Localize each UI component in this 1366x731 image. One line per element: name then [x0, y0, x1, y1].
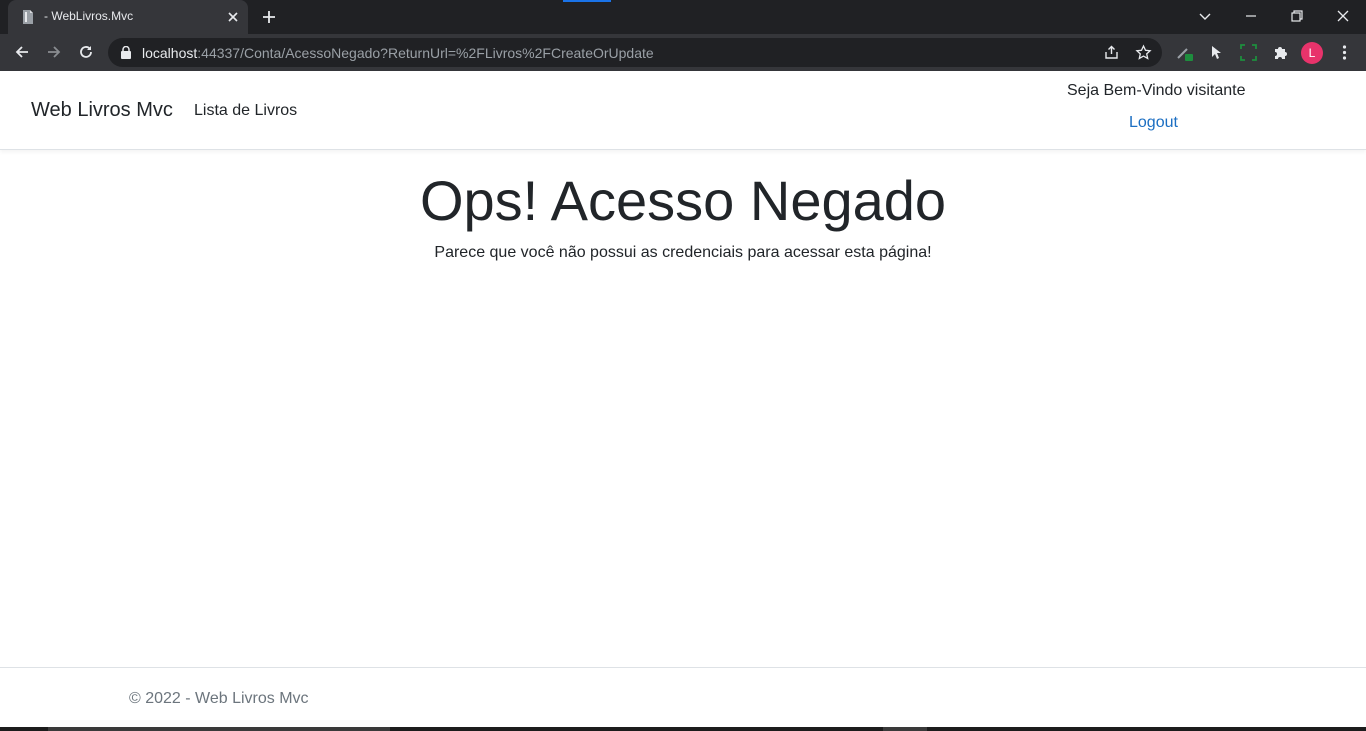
document-icon	[23, 10, 33, 24]
address-bar[interactable]: localhost:44337/Conta/AcessoNegado?Retur…	[108, 38, 1162, 67]
taskbar-segment	[883, 727, 927, 731]
taskbar-segment	[48, 727, 390, 731]
logout-link[interactable]: Logout	[1129, 114, 1178, 132]
lock-icon[interactable]	[120, 46, 132, 59]
url-path: :44337/Conta/AcessoNegado?ReturnUrl=%2FL…	[197, 45, 654, 61]
nav-link-lista-de-livros[interactable]: Lista de Livros	[194, 102, 297, 120]
window-close-icon[interactable]	[1335, 8, 1351, 24]
site-footer: © 2022 - Web Livros Mvc	[0, 667, 1366, 727]
cursor-extension-icon[interactable]	[1207, 43, 1226, 62]
brand-link[interactable]: Web Livros Mvc	[31, 99, 173, 122]
star-icon[interactable]	[1135, 44, 1152, 61]
minimize-icon[interactable]	[1243, 8, 1259, 24]
welcome-text: Seja Bem-Vindo visitante	[1067, 82, 1246, 99]
footer-copyright: © 2022 - Web Livros Mvc	[129, 690, 309, 707]
profile-avatar[interactable]: L	[1301, 42, 1323, 64]
tab-title: - WebLivros.Mvc	[44, 9, 134, 23]
screenshot-extension-icon[interactable]	[1239, 43, 1258, 62]
browser-tab-bar: - WebLivros.Mvc	[0, 0, 1366, 34]
page-title: Ops! Acesso Negado	[419, 169, 947, 232]
os-taskbar	[0, 727, 1366, 731]
url-text[interactable]: localhost:44337/Conta/AcessoNegado?Retur…	[142, 45, 654, 61]
site-navbar: Web Livros Mvc Lista de Livros Seja Bem-…	[0, 71, 1366, 150]
restore-icon[interactable]	[1289, 8, 1305, 24]
access-denied-message: Parece que você não possui as credenciai…	[434, 244, 932, 261]
chevron-down-icon[interactable]	[1197, 8, 1213, 24]
reload-icon[interactable]	[77, 43, 95, 61]
browser-tab[interactable]: - WebLivros.Mvc	[8, 0, 248, 34]
share-icon[interactable]	[1103, 44, 1120, 61]
browser-toolbar: localhost:44337/Conta/AcessoNegado?Retur…	[0, 34, 1366, 71]
back-arrow-icon[interactable]	[13, 43, 31, 61]
url-host: localhost	[142, 45, 198, 61]
pen-extension-icon[interactable]	[1175, 43, 1194, 62]
plus-icon[interactable]	[260, 8, 278, 26]
close-icon[interactable]	[225, 9, 241, 25]
forward-arrow-icon[interactable]	[45, 43, 63, 61]
puzzle-icon[interactable]	[1271, 43, 1290, 62]
kebab-menu-icon[interactable]	[1335, 43, 1354, 62]
tab-accent-line	[563, 0, 611, 2]
